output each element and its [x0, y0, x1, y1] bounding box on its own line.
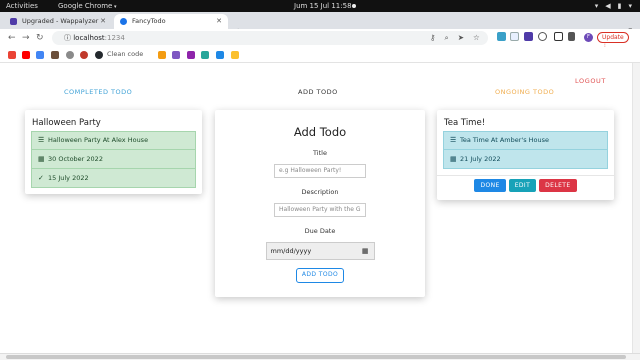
bookmark-icon[interactable] [216, 51, 224, 59]
description-label: Description [301, 188, 339, 196]
completed-date-text: 15 July 2022 [48, 173, 89, 182]
activities-button[interactable]: Activities [6, 0, 38, 12]
logout-link[interactable]: LOGOUT [575, 77, 606, 85]
done-button[interactable]: DONE [474, 179, 506, 192]
bookmark-icon[interactable] [80, 51, 88, 59]
url-port: :1234 [104, 34, 125, 42]
description-text: Halloween Party At Alex House [48, 136, 149, 144]
bookmarks-bar: Clean code [0, 47, 640, 63]
avatar[interactable]: F [584, 33, 593, 42]
card-actions: DONE EDIT DELETE [437, 179, 614, 192]
battery-icon: ▮ [617, 2, 622, 10]
chevron-down-icon: ▾ [628, 2, 632, 10]
close-tab-icon[interactable]: ✕ [100, 14, 106, 29]
extension-icon[interactable] [538, 32, 547, 41]
calendar-icon: ▦ [38, 154, 45, 163]
maps-icon[interactable] [36, 51, 44, 59]
globe-favicon-icon [120, 18, 127, 25]
bookmark-icon[interactable] [172, 51, 180, 59]
bookmark-icon[interactable] [51, 51, 59, 59]
due-date-input[interactable]: mm/dd/yyyy ▦ [265, 242, 375, 260]
edit-button[interactable]: EDIT [508, 179, 537, 192]
tab-strip: Upgraded - Wappalyzer ✕ FancyTodo ✕ + ▾ [0, 12, 640, 38]
wappalyzer-extension-icon[interactable] [524, 32, 533, 41]
due-date-label: Due Date [304, 227, 336, 235]
update-button[interactable]: Update ⋮ [597, 32, 629, 50]
ongoing-todo-card: Tea Time! ☰ Tea Time At Amber's House ▦ … [437, 110, 614, 200]
bookmark-icon[interactable] [231, 51, 239, 59]
bookmark-icon[interactable] [66, 51, 74, 59]
horizontal-scrollbar[interactable] [0, 353, 640, 360]
bookmark-icon[interactable] [201, 51, 209, 59]
url-host: localhost [73, 34, 105, 42]
system-tray[interactable]: ▾ ◀ ▮ ▾ [595, 0, 632, 12]
bookmark-clean-code[interactable]: Clean code [107, 50, 143, 58]
todo-title: Halloween Party [32, 118, 101, 128]
wifi-icon: ▾ [594, 2, 599, 10]
card-divider [437, 175, 614, 176]
description-input[interactable]: Halloween Party with the G [274, 203, 366, 217]
gmail-icon[interactable] [8, 51, 16, 59]
wappalyzer-favicon-icon [10, 18, 17, 25]
delete-button[interactable]: DELETE [539, 179, 577, 192]
reload-icon[interactable]: ↻ [36, 31, 44, 45]
browser-toolbar: ← → ↻ ⓘ localhost:1234 ⚷ ⌕ ➤ ☆ F Update … [0, 29, 640, 50]
forward-icon[interactable]: → [22, 31, 30, 45]
fancytodo-page: LOGOUT COMPLETED TODO ADD TODO ONGOING T… [0, 63, 640, 353]
address-bar-actions: ⚷ ⌕ ➤ ☆ [430, 31, 480, 45]
due-date-text: 30 October 2022 [48, 154, 103, 163]
address-bar[interactable]: ⓘ localhost:1234 [52, 31, 488, 45]
todo-description: ☰ Halloween Party At Alex House [31, 131, 196, 150]
add-todo-button[interactable]: ADD TODO [296, 268, 344, 283]
youtube-icon[interactable] [22, 51, 30, 59]
todo-description: ☰ Tea Time At Amber's House [443, 131, 608, 150]
add-todo-form: Add Todo Title e.g Halloween Party! Desc… [215, 110, 425, 297]
system-top-bar: Activities Google Chrome Jum 15 Jul 11:5… [0, 0, 640, 12]
description-text: Tea Time At Amber's House [460, 136, 550, 144]
completed-todo-card: Halloween Party ☰ Halloween Party At Ale… [25, 110, 202, 194]
due-date-value: mm/dd/yyyy [270, 247, 312, 255]
tab-fancytodo[interactable]: FancyTodo ✕ [114, 14, 228, 29]
extension-icon[interactable] [497, 32, 506, 41]
calendar-icon: ▦ [450, 154, 457, 163]
todo-due-date: ▦ 30 October 2022 [31, 150, 196, 169]
todo-due-date: ▦ 21 July 2022 [443, 150, 608, 169]
vertical-scrollbar[interactable] [632, 63, 640, 353]
list-icon: ☰ [450, 136, 457, 144]
form-title: Add Todo [293, 125, 347, 139]
bookmark-star-icon[interactable]: ☆ [473, 31, 480, 45]
tab-wappalyzer[interactable]: Upgraded - Wappalyzer ✕ [4, 14, 112, 29]
info-icon[interactable]: ⓘ [64, 34, 71, 42]
title-label: Title [313, 149, 327, 157]
send-icon[interactable]: ➤ [458, 31, 464, 45]
todo-completed-date: ✓ 15 July 2022 [31, 169, 196, 188]
back-icon[interactable]: ← [8, 31, 16, 45]
bookmark-icon[interactable] [187, 51, 195, 59]
extension-icon[interactable] [554, 32, 563, 41]
close-tab-icon[interactable]: ✕ [216, 14, 222, 29]
tab-title: Upgraded - Wappalyzer [22, 17, 99, 25]
clock[interactable]: Jum 15 Jul 11:58 [294, 0, 352, 12]
user-check-icon: ✓ [38, 173, 44, 182]
title-input[interactable]: e.g Halloween Party! [274, 164, 366, 178]
ongoing-todo-header: ONGOING TODO [495, 88, 555, 96]
due-date-text: 21 July 2022 [460, 154, 501, 163]
zoom-icon[interactable]: ⌕ [445, 31, 449, 45]
calendar-icon[interactable]: ▦ [362, 243, 369, 259]
key-icon[interactable]: ⚷ [430, 31, 436, 45]
scrollbar-thumb[interactable] [6, 355, 626, 359]
update-label: Update [602, 34, 624, 41]
puzzle-icon[interactable] [568, 32, 575, 41]
github-icon[interactable] [95, 51, 103, 59]
list-icon: ☰ [38, 136, 45, 144]
volume-icon: ◀ [605, 2, 611, 10]
notification-dot [352, 4, 356, 8]
add-todo-header: ADD TODO [298, 88, 338, 96]
bookmark-icon[interactable] [158, 51, 166, 59]
extension-icon[interactable] [510, 32, 519, 41]
todo-title: Tea Time! [444, 118, 486, 128]
completed-todo-header: COMPLETED TODO [64, 88, 133, 96]
tab-title: FancyTodo [132, 17, 166, 25]
